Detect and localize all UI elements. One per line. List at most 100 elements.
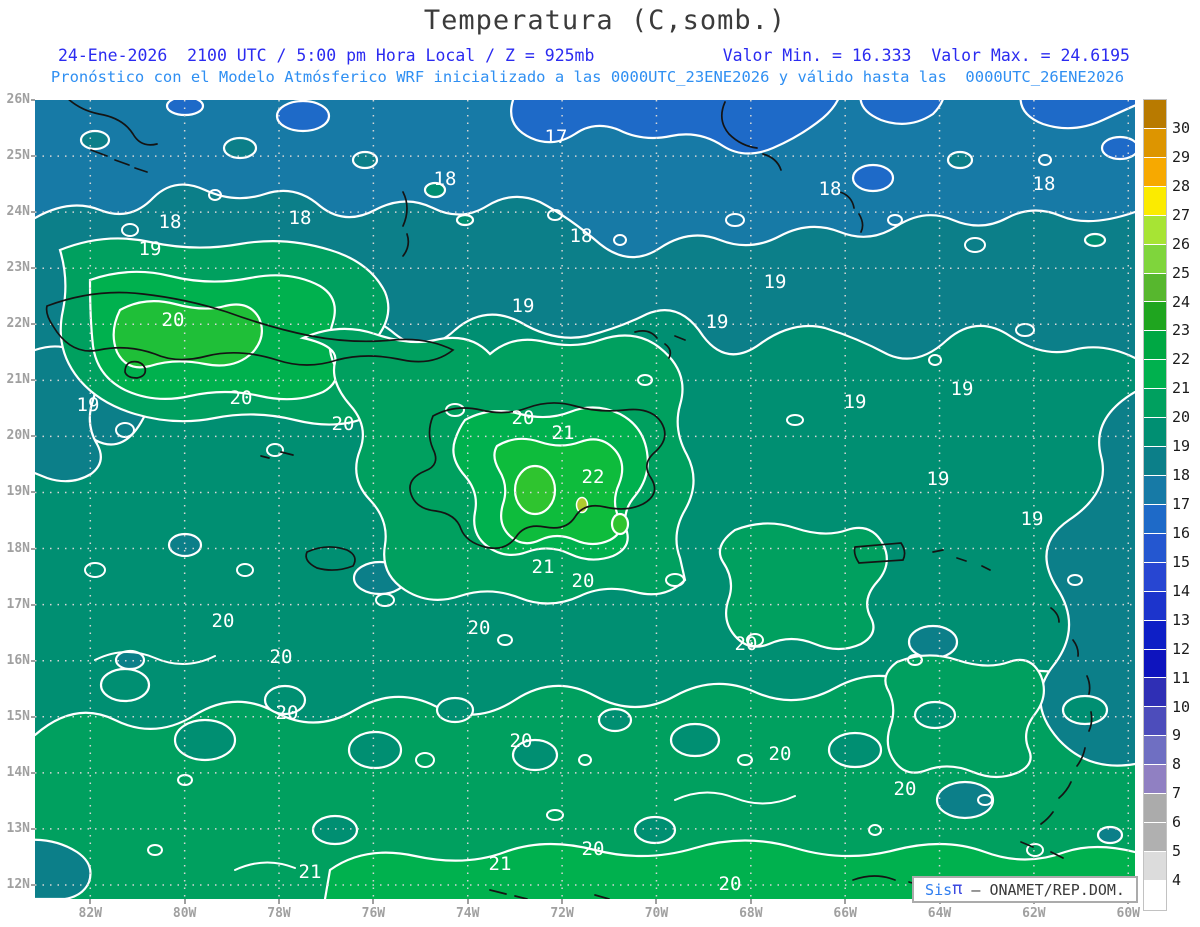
contour-label-19: 19 bbox=[927, 468, 950, 490]
lon-tick-label: 62W bbox=[1022, 906, 1046, 921]
lon-tick bbox=[89, 899, 92, 904]
lat-tick bbox=[31, 435, 35, 438]
colorbar-tick-label: 20 bbox=[1172, 408, 1191, 427]
lat-tick-label: 13N bbox=[6, 820, 30, 836]
lat-tick bbox=[31, 99, 35, 101]
lon-tick bbox=[183, 899, 186, 904]
lat-tick-label: 25N bbox=[6, 148, 30, 164]
lat-tick bbox=[31, 603, 35, 606]
lon-tick-label: 68W bbox=[739, 906, 763, 921]
contour-label-19: 19 bbox=[1021, 508, 1044, 530]
colorbar-segment bbox=[1144, 331, 1166, 361]
lon-tick bbox=[749, 899, 752, 904]
colorbar-segment bbox=[1144, 157, 1166, 187]
colorbar-tick-label: 10 bbox=[1172, 697, 1191, 716]
contour-label-20: 20 bbox=[332, 413, 355, 435]
colorbar-tick-label: 29 bbox=[1172, 147, 1191, 166]
contour-label-20: 20 bbox=[512, 407, 535, 429]
lon-tick bbox=[561, 899, 564, 904]
lat-tick-label: 20N bbox=[6, 428, 30, 444]
colorbar-tick-label: 4 bbox=[1172, 871, 1182, 890]
contour-label-20: 20 bbox=[735, 633, 758, 655]
weather-map-page: Temperatura (C,somb.) 24-Ene-2026 2100 U… bbox=[0, 0, 1200, 927]
temperature-colorbar bbox=[1143, 99, 1167, 911]
lat-tick bbox=[31, 155, 35, 158]
page-title: Temperatura (C,somb.) bbox=[423, 5, 787, 36]
colorbar-tick-label: 30 bbox=[1172, 118, 1191, 137]
contour-label-21: 21 bbox=[532, 556, 555, 578]
colorbar-segment bbox=[1144, 562, 1166, 592]
colorbar-segment bbox=[1144, 880, 1166, 910]
contour-label-18: 18 bbox=[1033, 173, 1056, 195]
colorbar-segment bbox=[1144, 475, 1166, 505]
colorbar-segment bbox=[1144, 128, 1166, 158]
colorbar-tick-label: 23 bbox=[1172, 321, 1191, 340]
contour-label-20: 20 bbox=[894, 778, 917, 800]
contour-label-19: 19 bbox=[706, 311, 729, 333]
lon-tick-label: 80W bbox=[172, 906, 197, 921]
contour-label-20: 20 bbox=[162, 309, 185, 331]
lon-tick bbox=[466, 899, 469, 904]
colorbar-tick-label: 8 bbox=[1172, 755, 1182, 774]
lat-tick-label: 14N bbox=[6, 764, 30, 780]
colorbar-segment bbox=[1144, 678, 1166, 708]
model-info-label: Pronóstico con el Modelo Atmósferico WRF… bbox=[50, 68, 1125, 86]
colorbar-segment bbox=[1144, 215, 1166, 245]
contour-label-20: 20 bbox=[719, 873, 742, 895]
lat-tick bbox=[31, 715, 35, 718]
colorbar-segment bbox=[1144, 620, 1166, 650]
contour-label-20: 20 bbox=[582, 838, 605, 860]
lon-tick-label: 70W bbox=[644, 906, 669, 921]
contour-label-20: 20 bbox=[572, 570, 595, 592]
colorbar-segment bbox=[1144, 418, 1166, 448]
header-line1: 24-Ene-2026 2100 UTC / 5:00 pm Hora Loca… bbox=[58, 46, 1130, 65]
lat-tick-label: 22N bbox=[6, 316, 30, 332]
colorbar-segment bbox=[1144, 100, 1166, 129]
colorbar-tick-label: 26 bbox=[1172, 234, 1191, 253]
colorbar-tick-label: 15 bbox=[1172, 552, 1191, 571]
colorbar-segment bbox=[1144, 794, 1166, 824]
lat-tick bbox=[31, 883, 35, 886]
colorbar-segment bbox=[1144, 736, 1166, 766]
contour-label-19: 19 bbox=[139, 238, 162, 260]
colorbar-tick-label: 21 bbox=[1172, 379, 1191, 398]
contour-label-18: 18 bbox=[159, 211, 182, 233]
colorbar-tick-label: 14 bbox=[1172, 581, 1191, 600]
colorbar-tick-label: 17 bbox=[1172, 495, 1191, 513]
colorbar-tick-label: 5 bbox=[1172, 842, 1182, 861]
colorbar-segment bbox=[1144, 244, 1166, 274]
contour-label-18: 18 bbox=[570, 225, 593, 247]
colorbar-segment bbox=[1144, 851, 1166, 881]
colorbar-tick-label: 24 bbox=[1172, 292, 1191, 311]
lat-tick bbox=[31, 211, 35, 214]
contour-label-20: 20 bbox=[230, 387, 253, 409]
colorbar-segment bbox=[1144, 447, 1166, 476]
contour-label-19: 19 bbox=[512, 295, 535, 317]
colorbar-segment bbox=[1144, 591, 1166, 621]
colorbar-tick-label: 11 bbox=[1172, 668, 1191, 687]
lat-tick-label: 18N bbox=[6, 540, 30, 556]
lat-tick-label: 24N bbox=[6, 204, 30, 220]
colorbar-tick-label: 13 bbox=[1172, 610, 1191, 629]
lon-tick-label: 72W bbox=[550, 906, 574, 921]
lon-tick-label: 82W bbox=[78, 906, 103, 921]
colorbar-tick-label: 6 bbox=[1172, 813, 1182, 832]
colorbar-segment bbox=[1144, 186, 1166, 216]
lat-tick bbox=[31, 267, 35, 270]
contour-label-19: 19 bbox=[764, 271, 787, 293]
lat-tick bbox=[31, 771, 35, 774]
lon-tick bbox=[372, 899, 375, 904]
contour-label-19: 19 bbox=[844, 391, 867, 413]
colorbar-tick-label: 27 bbox=[1172, 205, 1191, 224]
lat-tick-label: 19N bbox=[6, 484, 30, 500]
colorbar-segment bbox=[1144, 360, 1166, 390]
lat-tick bbox=[31, 827, 35, 830]
lat-tick bbox=[31, 659, 35, 662]
onamet-label: – ONAMET/REP.DOM. bbox=[962, 880, 1125, 899]
contour-label-18: 18 bbox=[434, 168, 457, 190]
sispi-logo: Sis bbox=[925, 880, 953, 899]
valid-time-label: 24-Ene-2026 2100 UTC / 5:00 pm Hora Loca… bbox=[58, 46, 595, 65]
lat-tick-label: 21N bbox=[6, 372, 30, 388]
lon-tick bbox=[844, 899, 847, 904]
lat-tick-label: 26N bbox=[6, 92, 30, 107]
